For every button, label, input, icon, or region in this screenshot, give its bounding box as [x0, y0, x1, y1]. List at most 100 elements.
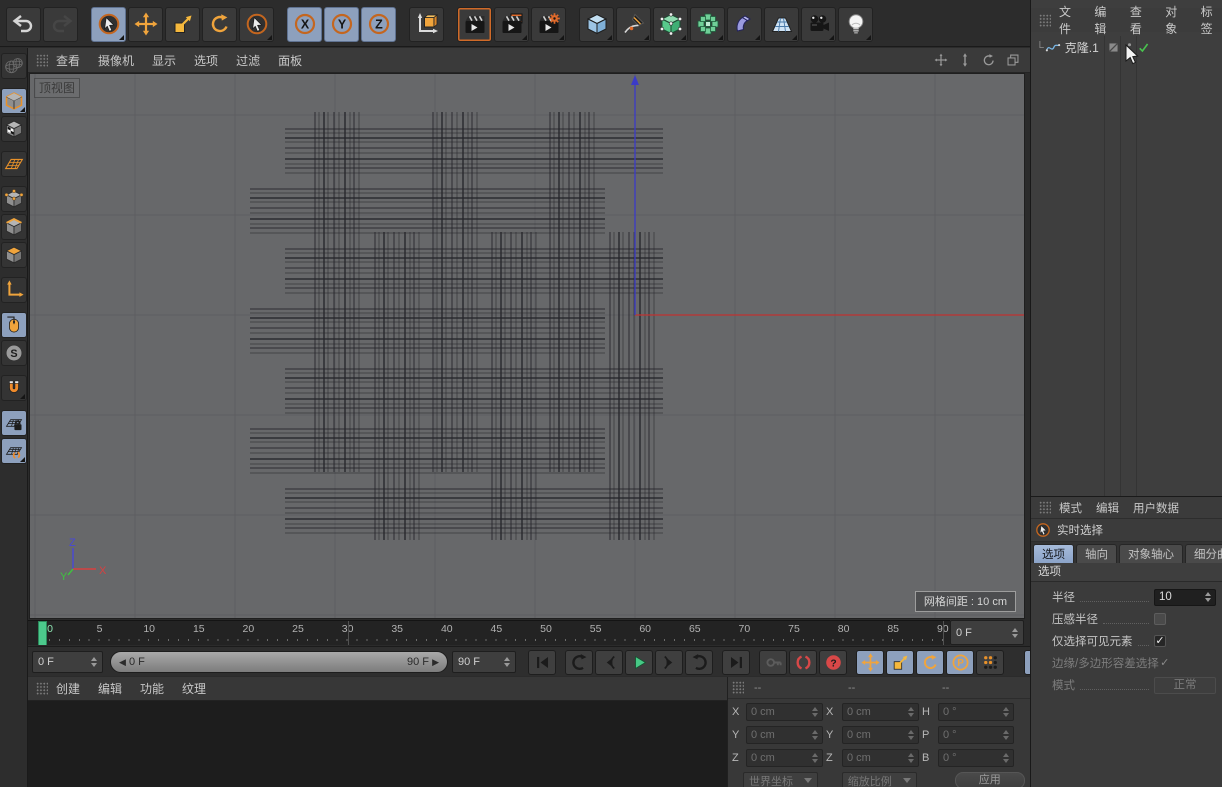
menu-item[interactable]: 创建	[56, 680, 80, 697]
coord-system-button[interactable]	[409, 7, 444, 42]
tab-subdivision[interactable]: 细分曲面	[1185, 544, 1222, 563]
range-end-field[interactable]: 90 F	[452, 651, 516, 673]
options-section-header[interactable]: 选项	[1031, 563, 1222, 582]
axis-x-button[interactable]: X	[287, 7, 322, 42]
add-subdivision-button[interactable]	[653, 7, 688, 42]
add-cube-button[interactable]	[579, 7, 614, 42]
menu-item[interactable]: 显示	[152, 52, 176, 69]
tab-object-axis[interactable]: 对象轴心	[1119, 544, 1183, 563]
key-rotation-button[interactable]	[916, 650, 944, 675]
object-name[interactable]: 克隆.1	[1065, 39, 1099, 56]
menu-item[interactable]: 文件	[1059, 3, 1080, 37]
position-z-field[interactable]: 0 cm	[746, 749, 823, 767]
tab-axis[interactable]: 轴向	[1076, 544, 1117, 563]
next-frame-button[interactable]	[655, 650, 683, 675]
render-settings-button[interactable]	[531, 7, 566, 42]
viewport-solo-button[interactable]	[1, 312, 27, 338]
menu-item[interactable]: 用户数据	[1133, 500, 1179, 516]
enable-axis-button[interactable]	[1, 277, 27, 303]
menu-item[interactable]: 面板	[278, 52, 302, 69]
make-editable-button[interactable]	[1, 53, 27, 79]
selection-button[interactable]	[239, 7, 274, 42]
add-light-button[interactable]	[838, 7, 873, 42]
pressure-radius-checkbox[interactable]	[1154, 613, 1166, 625]
menu-item[interactable]: 对象	[1165, 3, 1186, 37]
range-right-arrow-icon[interactable]: ▶	[432, 657, 439, 668]
play-button[interactable]	[625, 650, 653, 675]
menu-item[interactable]: 功能	[140, 680, 164, 697]
play-backwards-button[interactable]	[565, 650, 593, 675]
record-keyframe-button[interactable]	[759, 650, 787, 675]
menu-item[interactable]: 摄像机	[98, 52, 134, 69]
radius-input[interactable]: 10	[1154, 589, 1216, 606]
zoom-view-icon[interactable]	[957, 53, 972, 68]
layer-chip-icon[interactable]	[1105, 39, 1122, 56]
redo-button[interactable]	[43, 7, 78, 42]
keyframe-selection-button[interactable]: ?	[819, 650, 847, 675]
live-selection-button[interactable]	[91, 7, 126, 42]
scale-z-field[interactable]: 0 cm	[842, 749, 919, 767]
add-deformer-button[interactable]	[727, 7, 762, 42]
snap-magnet-button[interactable]	[1, 375, 27, 401]
coord-system-dropdown[interactable]: 世界坐标	[743, 772, 818, 787]
model-mode-button[interactable]	[1, 88, 27, 114]
panel-grip-icon[interactable]	[1039, 501, 1051, 514]
range-start-field[interactable]: 0 F	[32, 651, 103, 673]
viewport-view-label[interactable]: 顶视图	[34, 78, 80, 98]
key-parameter-button[interactable]: P	[946, 650, 974, 675]
workplane-grid-button[interactable]	[1, 151, 27, 177]
add-spline-button[interactable]	[616, 7, 651, 42]
points-mode-button[interactable]	[1, 186, 27, 212]
add-array-button[interactable]	[690, 7, 725, 42]
current-frame-stepper[interactable]	[1008, 628, 1018, 638]
rotate-view-icon[interactable]	[981, 53, 996, 68]
timeline-ruler[interactable]: 051015202530354045505560657075808590	[28, 620, 950, 645]
polygons-mode-button[interactable]	[1, 242, 27, 268]
previous-frame-button[interactable]	[595, 650, 623, 675]
menu-item[interactable]: 过滤	[236, 52, 260, 69]
lock-workplane-button[interactable]	[1, 410, 27, 436]
spline-object-icon[interactable]	[1045, 39, 1062, 56]
current-frame-field[interactable]: 0 F	[950, 620, 1024, 645]
menu-item[interactable]: 查看	[1130, 3, 1151, 37]
menu-item[interactable]: 查看	[56, 52, 80, 69]
panel-grip-icon[interactable]	[36, 682, 48, 695]
rotation-b-field[interactable]: 0 °	[938, 749, 1014, 767]
menu-item[interactable]: 编辑	[1094, 3, 1115, 37]
render-view-button[interactable]	[457, 7, 492, 42]
range-left-arrow-icon[interactable]: ◀	[119, 657, 126, 668]
rotation-p-field[interactable]: 0 °	[938, 726, 1014, 744]
menu-item[interactable]: 标签	[1201, 3, 1222, 37]
goto-end-button[interactable]	[722, 650, 750, 675]
scale-x-field[interactable]: 0 cm	[842, 703, 919, 721]
key-pla-button[interactable]	[976, 650, 1004, 675]
tab-options[interactable]: 选项	[1033, 544, 1074, 563]
goto-start-button[interactable]	[528, 650, 556, 675]
timeline-playhead[interactable]	[38, 621, 47, 645]
rotation-h-field[interactable]: 0 °	[938, 703, 1014, 721]
rotate-button[interactable]	[202, 7, 237, 42]
menu-item[interactable]: 模式	[1059, 500, 1082, 516]
maximize-view-icon[interactable]	[1005, 53, 1020, 68]
axis-y-button[interactable]: Y	[324, 7, 359, 42]
edges-mode-button[interactable]	[1, 214, 27, 240]
apply-button[interactable]: 应用	[955, 772, 1025, 787]
timeline-range-slider[interactable]: ◀ 0 F 90 F ▶	[110, 651, 448, 673]
scale-button[interactable]	[165, 7, 200, 42]
move-button[interactable]	[128, 7, 163, 42]
menu-item[interactable]: 编辑	[98, 680, 122, 697]
autokey-button[interactable]	[789, 650, 817, 675]
snap-settings-button[interactable]: S	[1, 340, 27, 366]
loop-button[interactable]	[685, 650, 713, 675]
add-floor-button[interactable]	[764, 7, 799, 42]
add-camera-button[interactable]	[801, 7, 836, 42]
scale-y-field[interactable]: 0 cm	[842, 726, 919, 744]
menu-item[interactable]: 纹理	[182, 680, 206, 697]
position-x-field[interactable]: 0 cm	[746, 703, 823, 721]
panel-grip-icon[interactable]	[732, 681, 744, 694]
texture-mode-button[interactable]	[1, 116, 27, 142]
pan-view-icon[interactable]	[933, 53, 948, 68]
panel-grip-icon[interactable]	[1039, 14, 1051, 27]
axis-z-button[interactable]: Z	[361, 7, 396, 42]
key-scale-button[interactable]	[886, 650, 914, 675]
